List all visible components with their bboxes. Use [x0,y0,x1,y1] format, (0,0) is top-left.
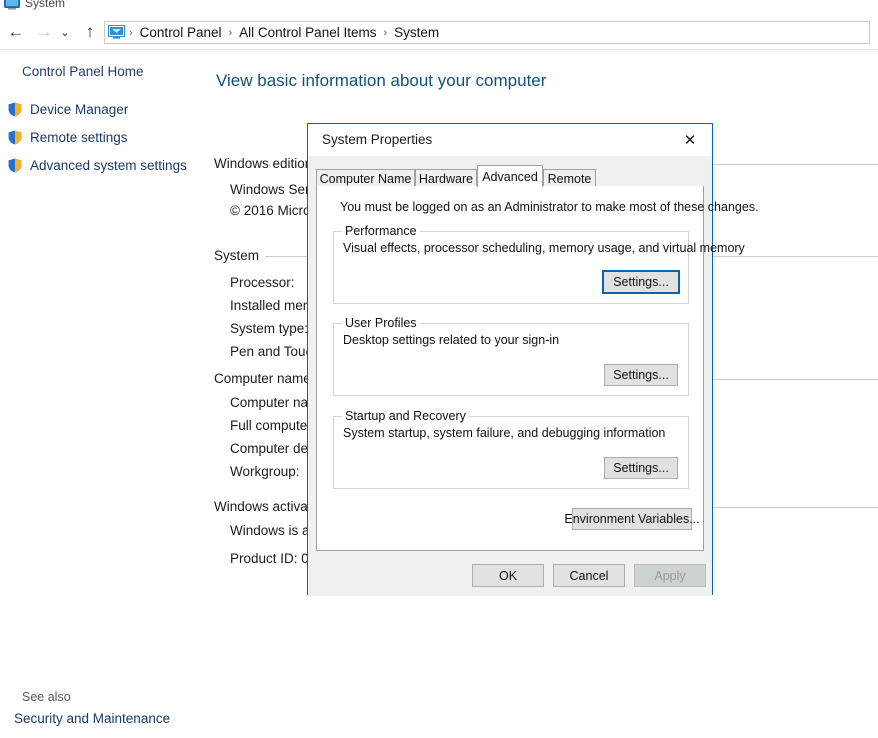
group-title-startup-recovery: Startup and Recovery [342,409,469,423]
page-title: View basic information about your comput… [216,71,547,90]
sidebar: Control Panel Home Device Manager Remote… [0,52,200,738]
user-profiles-settings-button[interactable]: Settings... [604,364,678,386]
cancel-button[interactable]: Cancel [553,564,625,587]
group-description-performance: Visual effects, processor scheduling, me… [343,241,745,255]
dialog-titlebar: System Properties ✕ [308,124,712,156]
row-windows-edition-1: © 2016 Micro [230,203,311,218]
toolbar-divider [0,49,878,50]
row-computer-name-3: Workgroup: [230,464,300,479]
see-also-heading: See also [22,690,71,704]
sidebar-item-device-manager[interactable]: Device Manager [8,99,128,119]
tab-computer-name[interactable]: Computer Name [316,169,415,187]
startup-recovery-settings-button[interactable]: Settings... [604,457,678,479]
environment-variables-button[interactable]: Environment Variables... [564,508,700,530]
row-computer-name-1: Full computer [230,418,312,433]
row-system-3: Pen and Touc [230,344,313,359]
navigation-bar: ← → ⌄ ↑ › Control Panel › All Control Pa… [0,16,878,48]
section-heading-windows-edition: Windows edition [214,156,319,171]
row-computer-name-0: Computer nai [230,395,312,410]
tab-page-advanced: You must be logged on as an Administrato… [316,185,759,551]
group-startup-recovery: Startup and Recovery System startup, sys… [333,409,689,489]
section-heading-windows-activation: Windows activati [214,499,321,514]
address-bar[interactable]: › Control Panel › All Control Panel Item… [104,21,870,44]
group-performance: Performance Visual effects, processor sc… [333,224,745,304]
row-system-1: Installed mem [230,298,315,313]
section-heading-system: System [214,248,266,263]
section-heading-computer-name: Computer name, [214,371,321,386]
group-title-performance: Performance [342,224,420,238]
tab-hardware[interactable]: Hardware [415,169,477,187]
tab-advanced[interactable]: Advanced [477,165,543,187]
sidebar-item-control-panel-home[interactable]: Control Panel Home [22,64,144,79]
row-windows-activation-0: Windows is a [230,523,310,538]
group-title-user-profiles: User Profiles [342,316,420,330]
apply-button: Apply [634,564,706,587]
tab-remote[interactable]: Remote [543,169,596,187]
dialog-title: System Properties [322,132,433,147]
sidebar-item-advanced-system-settings[interactable]: Advanced system settings [8,155,187,175]
system-properties-dialog: System Properties ✕ Computer Name Hardwa… [307,123,759,596]
breadcrumb-separator: › [383,26,388,39]
sidebar-item-remote-settings[interactable]: Remote settings [8,127,128,147]
group-description-startup-recovery: System startup, system failure, and debu… [343,426,666,440]
sidebar-item-label: Remote settings [30,129,128,145]
group-user-profiles: User Profiles Desktop settings related t… [333,316,689,396]
row-windows-edition-0: Windows Serv [230,182,317,197]
group-description-user-profiles: Desktop settings related to your sign-in [343,333,560,347]
address-computer-icon [108,25,125,39]
forward-arrow-icon[interactable]: → [32,20,56,44]
row-windows-activation-1: Product ID: 0( [230,551,314,566]
row-system-0: Processor: [230,275,295,290]
sidebar-item-label: Device Manager [30,101,129,117]
window-title: System [25,0,66,10]
ok-button[interactable]: OK [472,564,544,587]
uac-shield-icon [8,130,22,144]
row-computer-name-2: Computer de: [230,441,312,456]
breadcrumb-separator: › [228,26,233,39]
close-icon[interactable]: ✕ [668,124,712,155]
window-titlebar: System [0,0,878,16]
tab-strip: Computer Name Hardware Advanced Remote [316,165,704,187]
uac-shield-icon [8,102,22,116]
see-also-security-and-maintenance[interactable]: Security and Maintenance [14,711,170,726]
performance-settings-button[interactable]: Settings... [602,270,680,294]
screen: System ← → ⌄ ↑ › Control Panel › All Con… [0,0,878,738]
up-arrow-icon[interactable]: ↑ [78,20,102,44]
back-arrow-icon[interactable]: ← [4,20,28,44]
uac-shield-icon [8,158,22,172]
dialog-body: Computer Name Hardware Advanced Remote Y… [308,156,759,596]
breadcrumb-system[interactable]: System [391,25,442,40]
chevron-down-icon[interactable]: ⌄ [56,20,74,44]
sidebar-item-label: Advanced system settings [30,157,187,173]
administrator-note: You must be logged on as an Administrato… [340,200,759,214]
breadcrumb-separator: › [129,26,133,39]
computer-icon [4,0,20,10]
breadcrumb-control-panel[interactable]: Control Panel [137,25,225,40]
row-system-2: System type: [230,321,309,336]
breadcrumb-all-items[interactable]: All Control Panel Items [236,25,379,40]
